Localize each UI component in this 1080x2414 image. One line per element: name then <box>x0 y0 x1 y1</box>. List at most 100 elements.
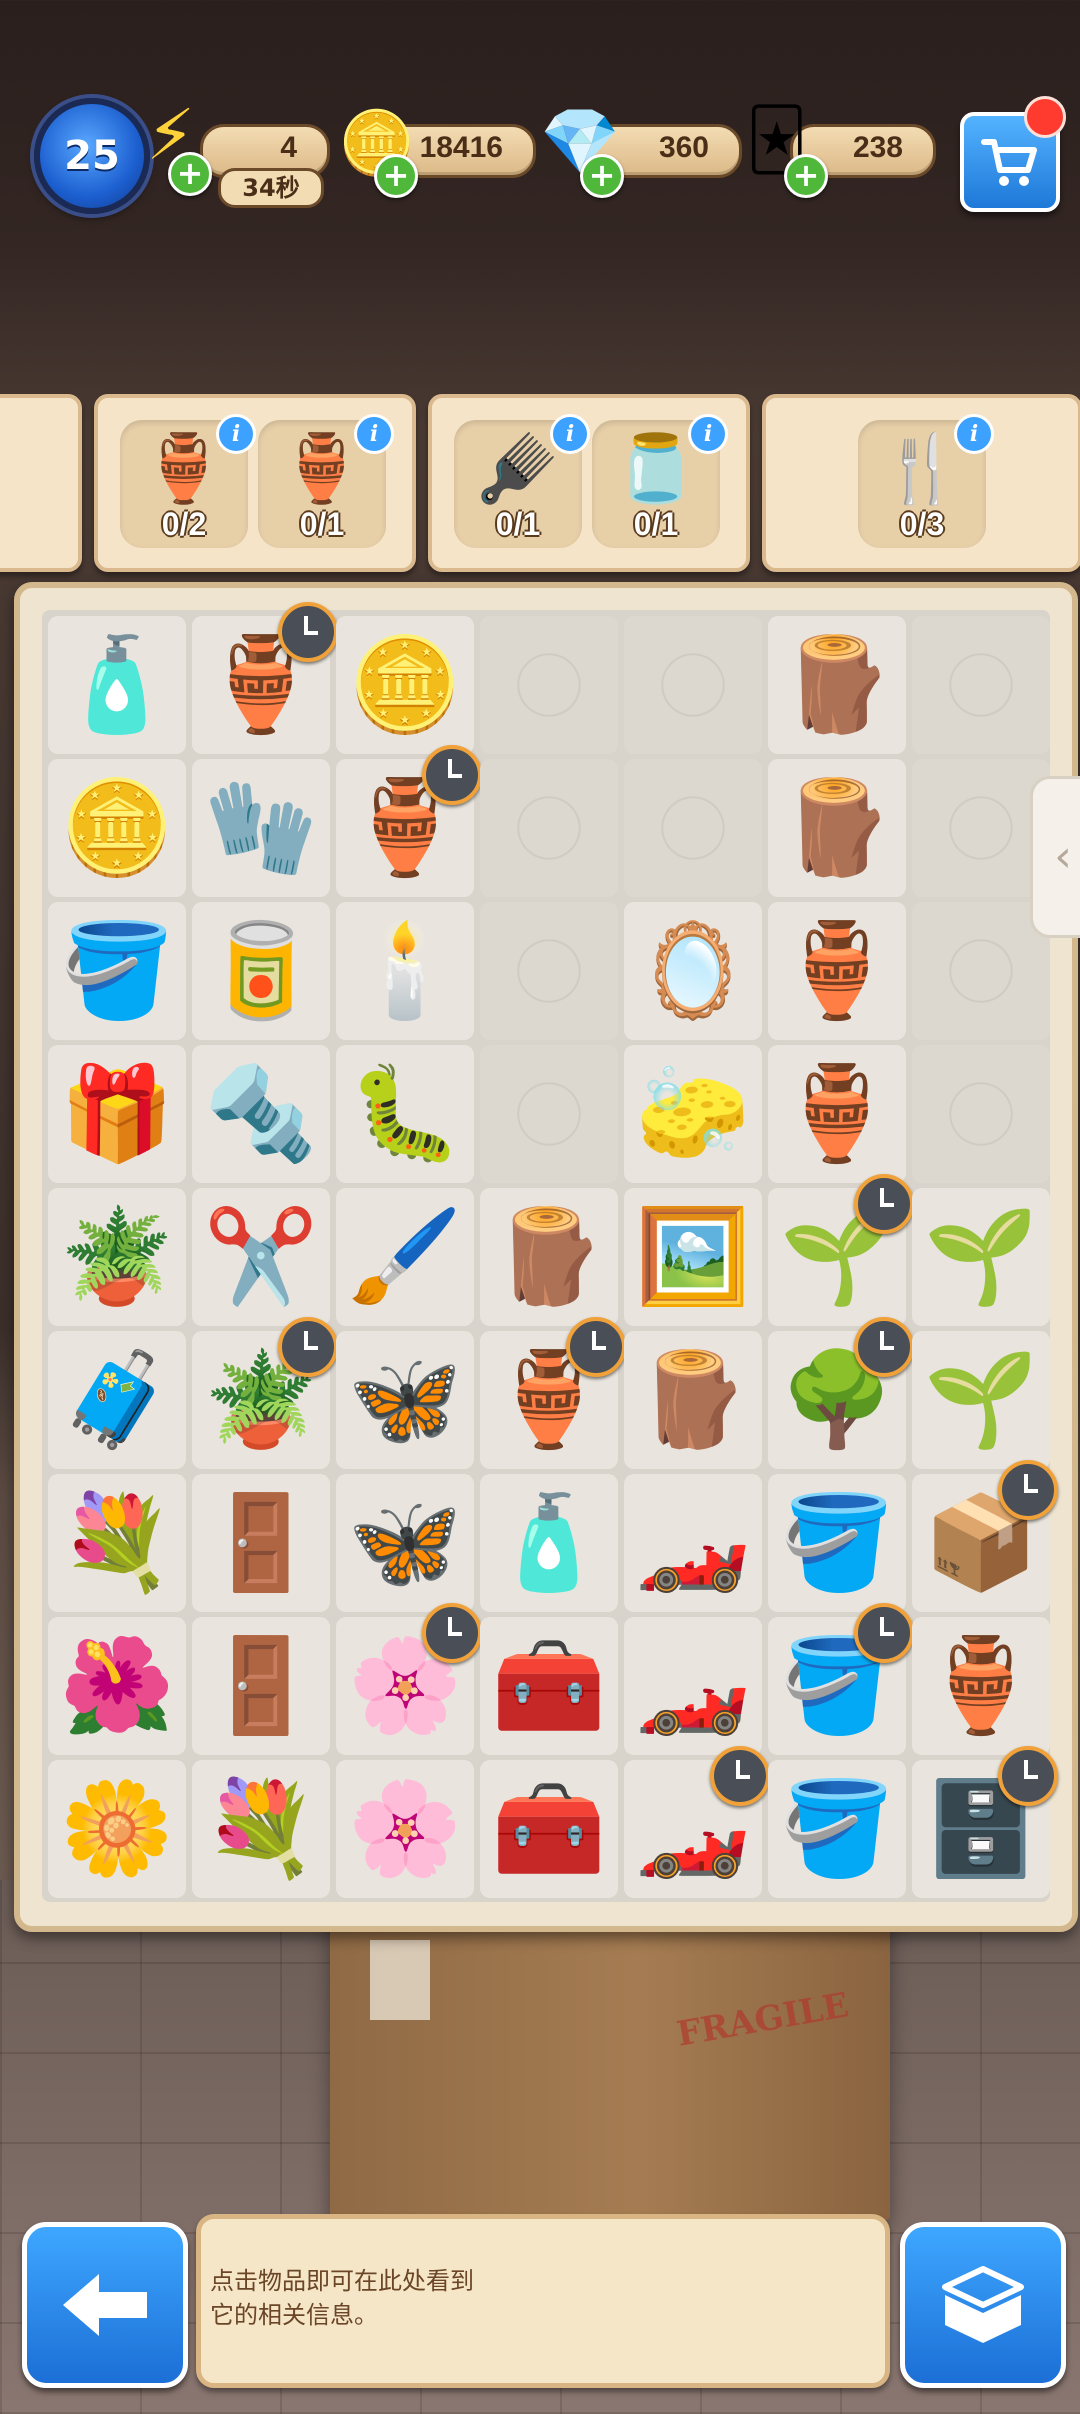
board-cell[interactable]: 🏺 <box>480 1317 626 1469</box>
board-item[interactable]: 🕯️ <box>336 902 474 1040</box>
board-cell[interactable]: 🧳 <box>48 1331 186 1469</box>
board-cell[interactable]: 🥫 <box>192 902 330 1040</box>
board-cell[interactable]: 🪵 <box>768 759 906 897</box>
order-card-partial[interactable] <box>0 394 82 572</box>
board-item[interactable]: 🪵 <box>624 1331 762 1469</box>
board-item[interactable]: 🦋 <box>336 1474 474 1612</box>
order-card-1[interactable]: 🏺 0/2 i 🏺 0/1 i <box>94 394 416 572</box>
board-cell[interactable]: 🏎️ <box>624 1617 762 1755</box>
board-cell[interactable]: 🖌️ <box>336 1188 474 1326</box>
board-cell[interactable]: 🌼 <box>48 1760 186 1898</box>
board-cell[interactable]: 🖼️ <box>624 1188 762 1326</box>
board-cell[interactable]: 🏺 <box>768 1045 906 1183</box>
order-item[interactable]: 🏺 0/1 i <box>258 414 394 548</box>
board-item[interactable]: 🐛 <box>336 1045 474 1183</box>
board-cell[interactable]: 💐 <box>192 1760 330 1898</box>
board-cell[interactable]: 🪴 <box>48 1188 186 1326</box>
board-cell[interactable] <box>480 902 618 1040</box>
board-cell[interactable]: 🌱 <box>912 1331 1050 1469</box>
board-item[interactable]: ✂️ <box>192 1188 330 1326</box>
board-cell[interactable]: 🌱 <box>768 1174 914 1326</box>
board-item[interactable]: 🪵 <box>768 759 906 897</box>
board-cell[interactable]: 🪣 <box>768 1474 906 1612</box>
board-cell[interactable]: 🔩 <box>192 1045 330 1183</box>
board-cell[interactable]: 🪣 <box>48 902 186 1040</box>
board-item[interactable]: 🚪 <box>192 1617 330 1755</box>
board-item[interactable]: 🪣 <box>768 1760 906 1898</box>
info-icon[interactable]: i <box>688 414 728 454</box>
board-cell[interactable]: 🧰 <box>480 1617 618 1755</box>
board-cell[interactable] <box>480 616 618 754</box>
board-item[interactable]: 🏺 <box>768 1045 906 1183</box>
board-cell[interactable]: 🧽 <box>624 1045 762 1183</box>
board-item[interactable]: 🏺 <box>912 1617 1050 1755</box>
board-item[interactable]: 🌺 <box>48 1617 186 1755</box>
board-cell[interactable]: 🪵 <box>624 1331 762 1469</box>
board-item[interactable]: 🧽 <box>624 1045 762 1183</box>
inventory-box-button[interactable] <box>900 2222 1066 2388</box>
board-item[interactable]: 🧴 <box>48 616 186 754</box>
board-cell[interactable] <box>912 616 1050 754</box>
cards-plus-button[interactable]: + <box>784 154 828 198</box>
board-cell[interactable]: 🚪 <box>192 1617 330 1755</box>
board-cell[interactable]: 🗄️ <box>912 1746 1058 1898</box>
board-item[interactable]: 🏺 <box>768 902 906 1040</box>
board-cell[interactable]: 🪵 <box>768 616 906 754</box>
info-icon[interactable]: i <box>354 414 394 454</box>
board-cell[interactable]: 🦋 <box>336 1331 474 1469</box>
board-item[interactable]: 🪵 <box>480 1188 618 1326</box>
side-panel-toggle[interactable]: ‹ <box>1030 776 1080 938</box>
board-cell[interactable]: 🕯️ <box>336 902 474 1040</box>
board-item[interactable]: 🪣 <box>768 1474 906 1612</box>
board-cell[interactable]: 🪣 <box>768 1603 914 1755</box>
board-cell[interactable] <box>624 759 762 897</box>
board-item[interactable]: 🖼️ <box>624 1188 762 1326</box>
board-item[interactable]: 🧰 <box>480 1617 618 1755</box>
board-cell[interactable]: 🐛 <box>336 1045 474 1183</box>
board-item[interactable]: 🧴 <box>480 1474 618 1612</box>
board-cell[interactable]: 💐 <box>48 1474 186 1612</box>
order-item[interactable]: 🍴 0/3 i <box>858 414 994 548</box>
board-cell[interactable]: 🪙 <box>336 616 474 754</box>
player-level-badge[interactable]: 25 <box>34 98 150 214</box>
board-cell[interactable]: 🌸 <box>336 1760 474 1898</box>
board-item[interactable]: 🏎️ <box>624 1474 762 1612</box>
board-cell[interactable]: 🧰 <box>480 1760 618 1898</box>
board-item[interactable]: 🌱 <box>912 1331 1050 1469</box>
board-cell[interactable]: 🪞 <box>624 902 762 1040</box>
board-cell[interactable]: 🧤 <box>192 759 330 897</box>
board-cell[interactable] <box>912 1045 1050 1183</box>
board-item[interactable]: 🪙 <box>48 759 186 897</box>
board-item[interactable]: 💐 <box>192 1760 330 1898</box>
info-icon[interactable]: i <box>954 414 994 454</box>
board-item[interactable]: 🌸 <box>336 1760 474 1898</box>
board-item[interactable]: 💐 <box>48 1474 186 1612</box>
board-cell[interactable]: 🪙 <box>48 759 186 897</box>
board-cell[interactable]: 🏎️ <box>624 1474 762 1612</box>
board-item[interactable]: 🪣 <box>48 902 186 1040</box>
board-cell[interactable]: 🪣 <box>768 1760 906 1898</box>
board-item[interactable]: 🧳 <box>48 1331 186 1469</box>
order-item[interactable]: 🏺 0/2 i <box>120 414 256 548</box>
board-cell[interactable]: 🏺 <box>336 745 482 897</box>
board-cell[interactable] <box>480 1045 618 1183</box>
board-cell[interactable]: 🏺 <box>192 602 338 754</box>
board-cell[interactable]: 🦋 <box>336 1474 474 1612</box>
board-cell[interactable]: ✂️ <box>192 1188 330 1326</box>
board-cell[interactable]: 🌱 <box>912 1188 1050 1326</box>
board-cell[interactable]: 🪴 <box>192 1317 338 1469</box>
board-cell[interactable]: 🚪 <box>192 1474 330 1612</box>
board-item[interactable]: 🚪 <box>192 1474 330 1612</box>
board-item[interactable]: 🧤 <box>192 759 330 897</box>
order-item[interactable]: 🫙 0/1 i <box>592 414 728 548</box>
gems-plus-button[interactable]: + <box>580 154 624 198</box>
board-cell[interactable]: 🪵 <box>480 1188 618 1326</box>
board-cell[interactable]: 🌳 <box>768 1317 914 1469</box>
board-item[interactable]: 🪞 <box>624 902 762 1040</box>
board-item[interactable]: 🧰 <box>480 1760 618 1898</box>
board-item[interactable]: 🪵 <box>768 616 906 754</box>
board-cell[interactable]: 📦 <box>912 1460 1058 1612</box>
energy-plus-button[interactable]: + <box>168 152 212 196</box>
board-item[interactable]: 🏎️ <box>624 1617 762 1755</box>
order-item[interactable]: 🪮 0/1 i <box>454 414 590 548</box>
